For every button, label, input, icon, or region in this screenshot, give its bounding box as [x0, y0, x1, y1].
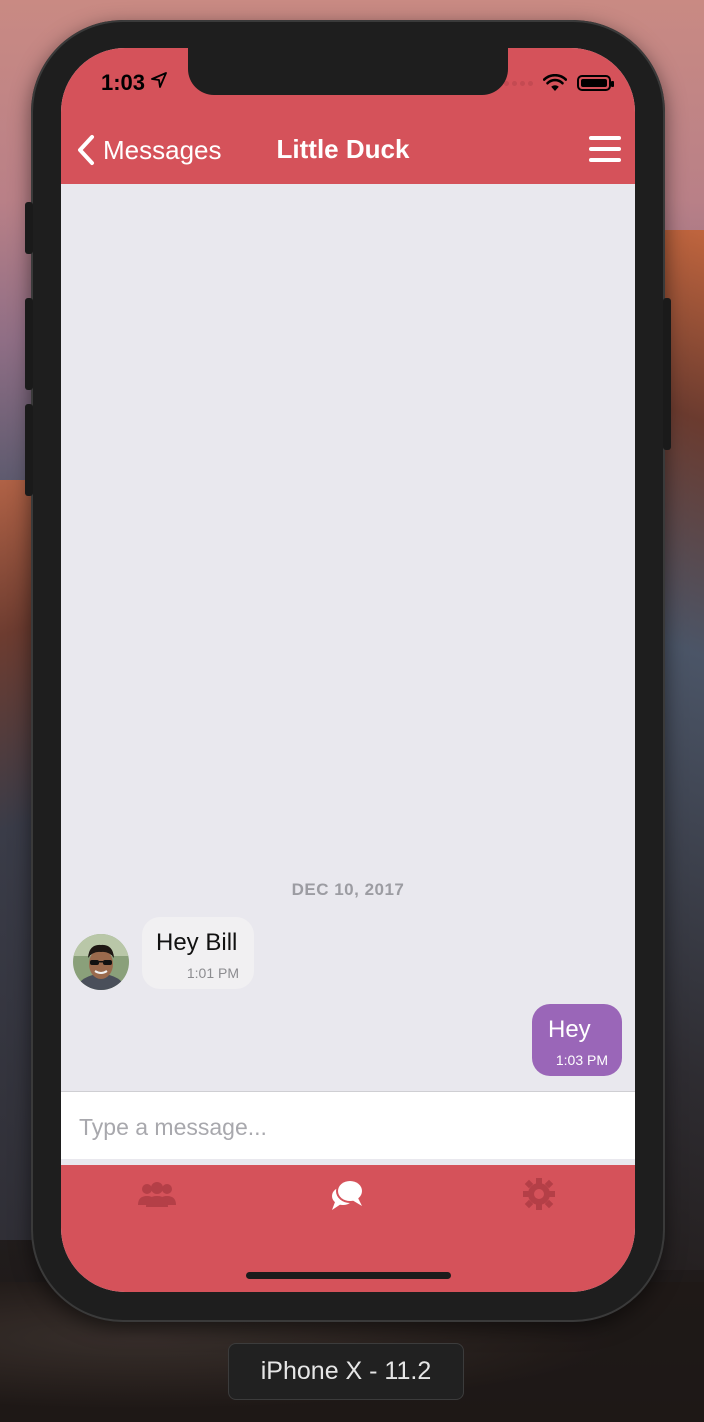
- home-indicator[interactable]: [246, 1272, 451, 1279]
- simulator-device-label: iPhone X - 11.2: [228, 1343, 464, 1400]
- status-time: 1:03: [101, 70, 146, 95]
- side-button: [663, 298, 671, 450]
- message-text: Hey Bill: [156, 929, 238, 956]
- back-button-label: Messages: [103, 134, 222, 165]
- gear-icon: [523, 1178, 555, 1210]
- message-input[interactable]: [77, 1108, 621, 1146]
- device-notch: [188, 48, 508, 95]
- message-bubble-outgoing[interactable]: Hey 1:03 PM: [532, 1004, 622, 1076]
- hamburger-menu-icon[interactable]: [589, 136, 621, 164]
- message-time: 1:01 PM: [186, 965, 239, 981]
- cellular-signal-icon: [504, 80, 533, 86]
- phone-screen: 1:03 Messages Little Duck DEC 10, 2017 H…: [61, 48, 635, 1292]
- contacts-icon: [138, 1182, 176, 1207]
- message-text: Hey: [548, 1016, 591, 1043]
- wifi-icon: [543, 74, 567, 91]
- status-indicators: [504, 74, 614, 92]
- mute-switch: [25, 202, 33, 254]
- chat-bubbles-icon: [332, 1179, 364, 1210]
- back-button[interactable]: Messages: [75, 134, 222, 166]
- volume-up-button: [25, 298, 33, 390]
- battery-icon: [577, 75, 614, 91]
- message-time: 1:03 PM: [555, 1052, 608, 1068]
- date-separator: DEC 10, 2017: [291, 880, 405, 899]
- location-arrow-icon: [151, 72, 167, 93]
- avatar[interactable]: [73, 934, 129, 990]
- chevron-left-icon: [78, 135, 94, 165]
- tab-settings[interactable]: [517, 1175, 561, 1215]
- conversation-title[interactable]: Little Duck: [277, 134, 410, 164]
- message-bubble-incoming[interactable]: Hey Bill 1:01 PM: [142, 917, 254, 989]
- tab-messages[interactable]: [326, 1175, 370, 1215]
- tab-contacts[interactable]: [135, 1175, 179, 1215]
- volume-down-button: [25, 404, 33, 496]
- message-composer: [61, 1091, 635, 1160]
